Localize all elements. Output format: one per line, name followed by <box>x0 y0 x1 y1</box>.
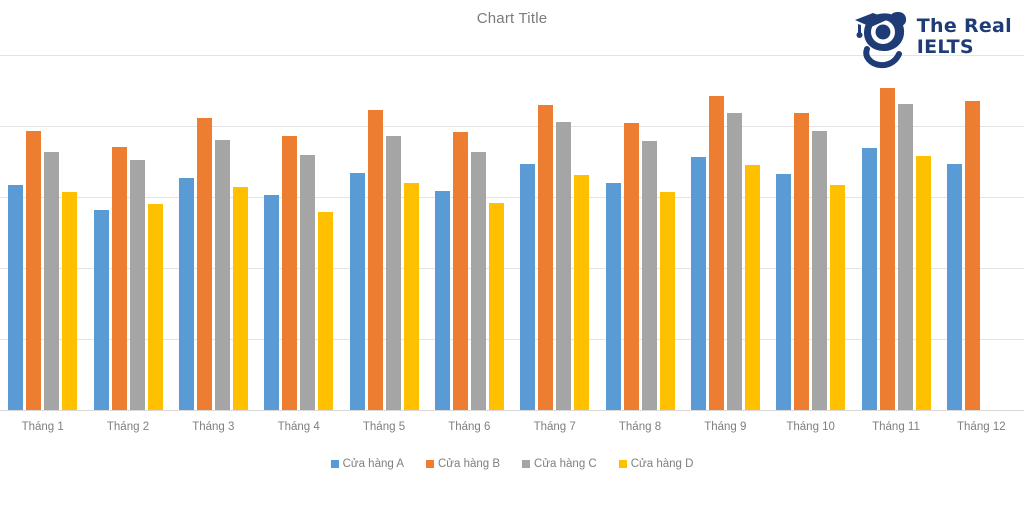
graduation-cap-mascot-icon <box>849 4 911 70</box>
category-label: Tháng 2 <box>106 421 150 433</box>
bar <box>812 131 828 410</box>
bar <box>623 123 639 410</box>
bar <box>93 209 109 410</box>
bar <box>776 174 792 410</box>
bar <box>26 131 42 410</box>
bar <box>214 140 230 410</box>
category-axis-line <box>0 410 1024 411</box>
bar <box>708 96 724 410</box>
bar <box>264 194 280 410</box>
bar <box>690 157 706 410</box>
bar <box>318 212 334 410</box>
bar <box>879 87 895 410</box>
category-label: Tháng 4 <box>277 421 320 433</box>
bar <box>178 177 194 410</box>
bar <box>538 104 554 410</box>
bar <box>641 141 657 410</box>
bar <box>147 204 163 410</box>
chart-container: Chart Title The Real IELTS Tháng 1 Tháng… <box>0 0 1024 512</box>
bar <box>300 155 316 410</box>
bar <box>62 192 78 410</box>
bar <box>915 155 931 410</box>
bar <box>434 191 450 410</box>
legend-item[interactable]: Cửa hàng C <box>522 458 597 470</box>
bar <box>897 104 913 410</box>
logo-line-1: The Real <box>916 15 1012 38</box>
legend-swatch-icon <box>330 460 339 468</box>
legend-label: Cửa hàng D <box>630 458 694 470</box>
bar <box>367 109 383 410</box>
bar <box>574 175 590 410</box>
legend-label: Cửa hàng C <box>534 458 597 470</box>
bar <box>111 146 127 410</box>
bar <box>129 160 145 410</box>
legend-item[interactable]: Cửa hàng D <box>618 458 694 470</box>
logo-line-2: IELTS <box>916 36 974 58</box>
brand-logo: The Real IELTS <box>849 4 1012 70</box>
legend-item[interactable]: Cửa hàng A <box>330 458 404 470</box>
bar <box>452 131 468 410</box>
bar <box>282 136 298 410</box>
legend-label: Cửa hàng A <box>342 458 404 470</box>
bar <box>830 185 846 410</box>
category-label: Tháng 8 <box>618 421 662 433</box>
bar <box>488 202 504 410</box>
bar <box>861 148 877 410</box>
bar <box>403 182 419 410</box>
bar <box>520 164 536 410</box>
bar <box>8 185 24 410</box>
category-label: Tháng 7 <box>533 421 576 433</box>
bar <box>744 165 760 410</box>
category-axis-labels: Tháng 1 Tháng 2 Tháng 3 Tháng 4 Tháng 5 Tháng… <box>0 421 1024 441</box>
bar <box>470 152 486 410</box>
bar <box>946 164 962 410</box>
bar <box>556 121 572 410</box>
category-label: Tháng 6 <box>448 421 491 433</box>
category-label: Tháng 1 <box>21 421 64 433</box>
bar <box>232 187 248 410</box>
bar <box>44 152 60 410</box>
legend-swatch-icon <box>426 460 434 468</box>
category-label: Tháng 9 <box>704 421 747 433</box>
legend-swatch-icon <box>522 460 531 468</box>
legend-label: Cửa hàng B <box>438 458 501 470</box>
category-label: Tháng 11 <box>872 421 920 433</box>
chart-legend: Cửa hàng A Cửa hàng B Cửa hàng C Cửa hàng D <box>0 458 1024 470</box>
bar <box>794 113 810 410</box>
bar <box>964 101 980 410</box>
legend-item[interactable]: Cửa hàng B <box>426 458 500 470</box>
bar <box>659 192 675 410</box>
category-label: Tháng 12 <box>957 421 1006 433</box>
logo-text: The Real IELTS <box>917 16 1012 57</box>
bar <box>196 118 212 410</box>
bar <box>385 136 401 410</box>
bar <box>726 113 742 410</box>
legend-swatch-icon <box>618 460 627 468</box>
bar <box>349 172 365 410</box>
category-label: Tháng 10 <box>786 421 835 433</box>
bar <box>605 182 621 410</box>
category-label: Tháng 5 <box>362 421 406 433</box>
category-label: Tháng 3 <box>192 421 235 433</box>
